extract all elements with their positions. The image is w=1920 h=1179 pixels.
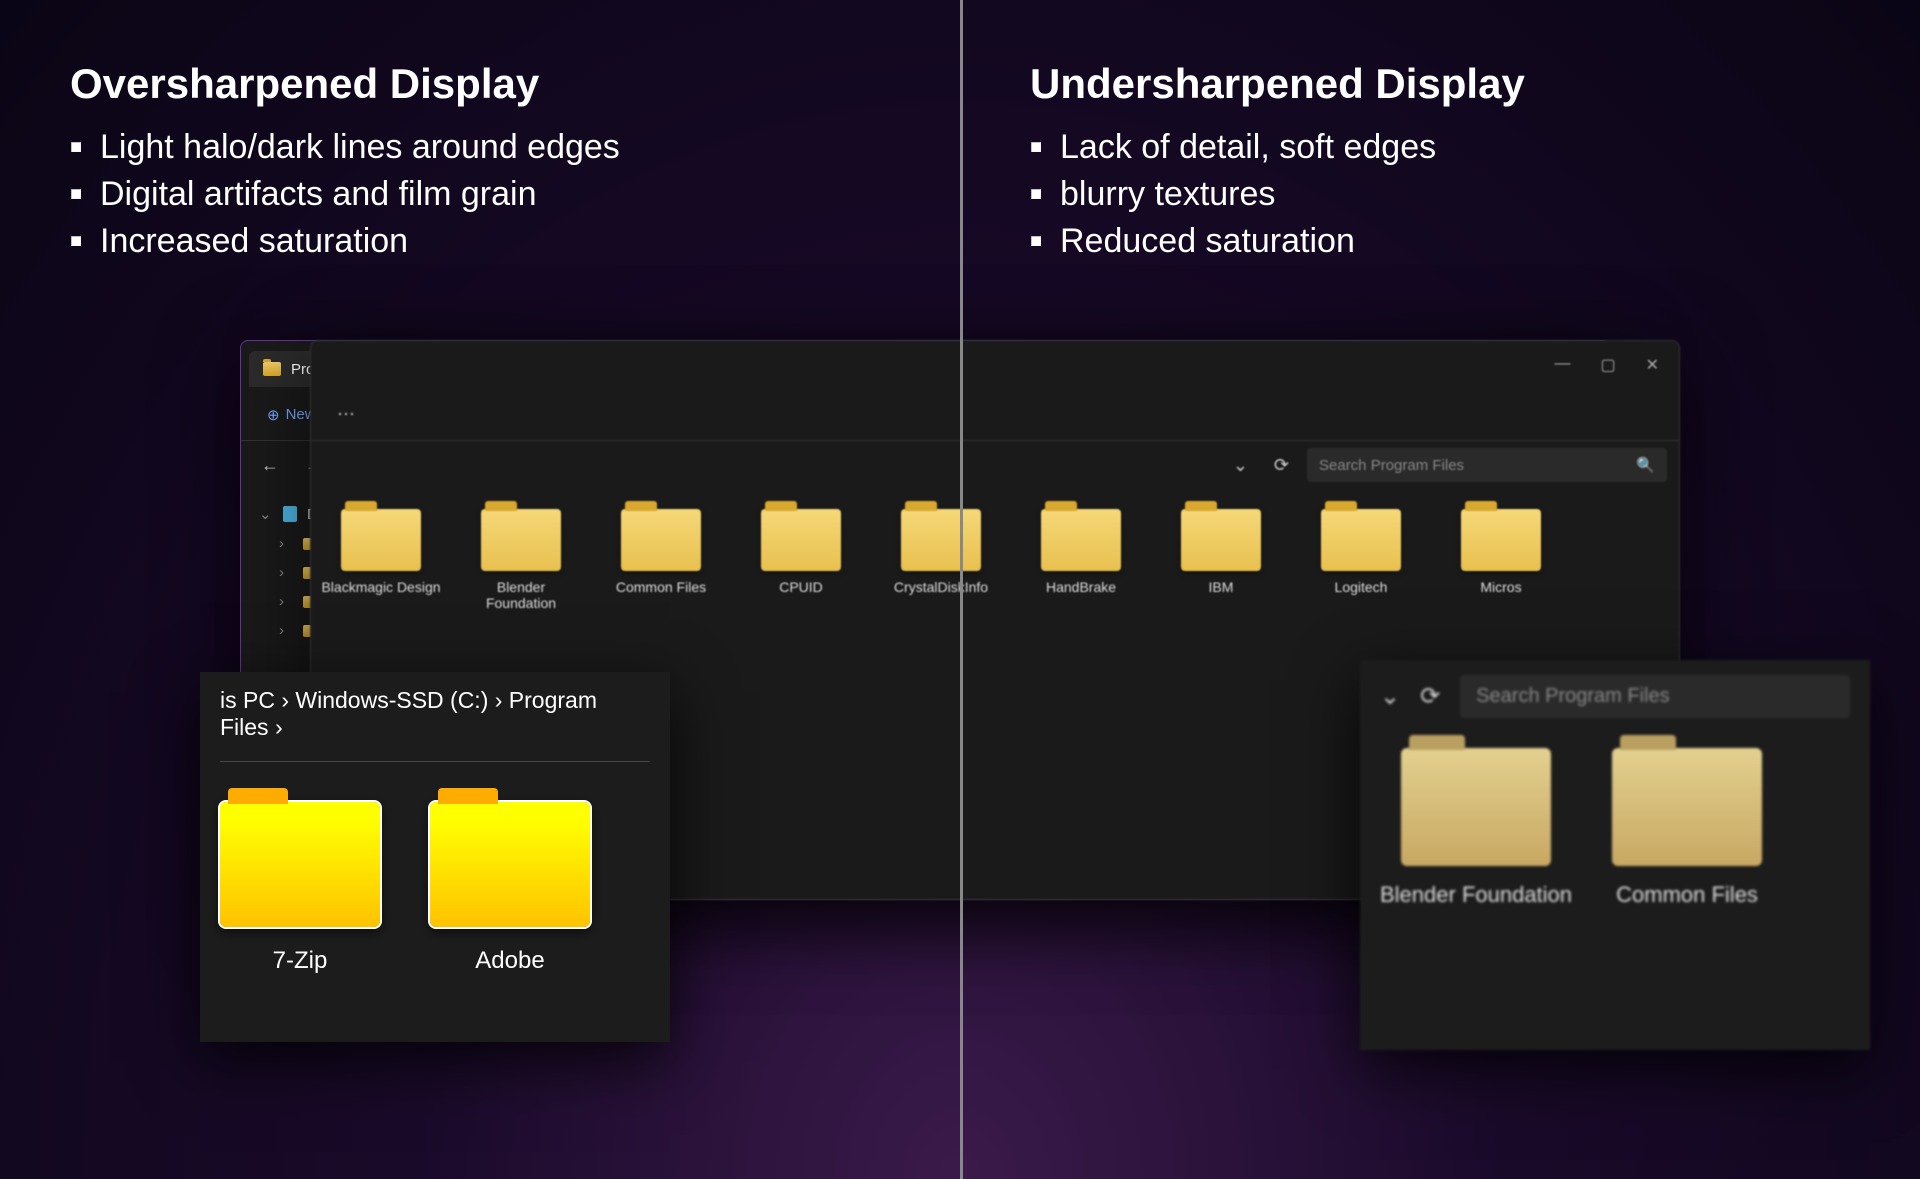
left-bullets: Light halo/dark lines around edges Digit… [70,128,960,261]
folder-item[interactable]: HandBrake [1021,509,1141,611]
folder-icon [1041,509,1121,571]
bullet-item: Lack of detail, soft edges [1030,128,1920,167]
bullet-item: blurry textures [1030,175,1920,214]
folder-icon [1181,509,1261,571]
bullet-item: Light halo/dark lines around edges [70,128,960,167]
folder-item-zoomed[interactable]: Blender Foundation [1380,748,1572,908]
folder-item[interactable]: Common Files [601,509,721,611]
left-title: Oversharpened Display [70,60,960,108]
refresh-icon[interactable]: ⟳ [1266,455,1297,476]
folder-item-zoomed[interactable]: Adobe [430,802,590,975]
bullet-item: Reduced saturation [1030,222,1920,261]
chevron-down-icon: ⌄ [259,505,273,523]
chevron-down-icon[interactable]: ⌄ [1225,455,1256,476]
zoom-inset-oversharpened: is PC › Windows-SSD (C:) › Program Files… [200,672,670,1042]
search-input-zoomed[interactable]: Search Program Files [1460,675,1850,718]
document-icon [283,506,297,522]
more-icon[interactable]: ⋯ [327,404,365,425]
close-button[interactable]: ✕ [1646,355,1659,375]
right-title: Undersharpened Display [1030,60,1920,108]
plus-circle-icon: ⊕ [267,406,280,424]
folder-item[interactable]: Logitech [1301,509,1421,611]
bullet-item: Digital artifacts and film grain [70,175,960,214]
right-bullets: Lack of detail, soft edges blurry textur… [1030,128,1920,261]
folder-icon [220,802,380,927]
folder-item[interactable]: Blender Foundation [461,509,581,611]
zoom-inset-undersharpened: ⌄ ⟳ Search Program Files Blender Foundat… [1360,660,1870,1050]
chevron-down-icon[interactable]: ⌄ [1380,682,1400,711]
maximize-button[interactable]: ▢ [1600,355,1615,375]
toolbar: ⋯ [311,389,1679,441]
panel-divider [960,0,963,1179]
folder-icon [901,509,981,571]
minimize-button[interactable]: — [1554,355,1570,375]
folder-item[interactable]: CPUID [741,509,861,611]
address-bar: ⌄ ⟳ Search Program Files 🔍 [311,441,1679,489]
chevron-right-icon: › [279,622,293,639]
folder-icon [1401,748,1551,866]
bullet-item: Increased saturation [70,222,960,261]
search-icon: 🔍 [1636,456,1655,474]
folder-icon [1321,509,1401,571]
titlebar: — ▢ ✕ [311,341,1679,389]
back-button[interactable]: ← [253,455,287,476]
chevron-right-icon: › [279,593,293,610]
folder-item[interactable]: Micros [1441,509,1561,611]
folder-icon [481,509,561,571]
search-input[interactable]: Search Program Files 🔍 [1307,448,1667,482]
chevron-right-icon: › [279,535,293,552]
folder-icon [1612,748,1762,866]
folder-icon [430,802,590,927]
folder-item[interactable]: CrystalDiskInfo [881,509,1001,611]
folder-item-zoomed[interactable]: Common Files [1612,748,1762,908]
folder-icon [1461,509,1541,571]
folder-icon [341,509,421,571]
folder-icon [621,509,701,571]
folder-icon [263,362,281,376]
folder-item[interactable]: IBM [1161,509,1281,611]
chevron-right-icon: › [279,564,293,581]
refresh-icon[interactable]: ⟳ [1420,682,1440,711]
breadcrumb-zoomed: is PC › Windows-SSD (C:) › Program Files… [220,687,650,741]
folder-item[interactable]: Blackmagic Design [321,509,441,611]
folder-item-zoomed[interactable]: 7-Zip [220,802,380,975]
folder-icon [761,509,841,571]
